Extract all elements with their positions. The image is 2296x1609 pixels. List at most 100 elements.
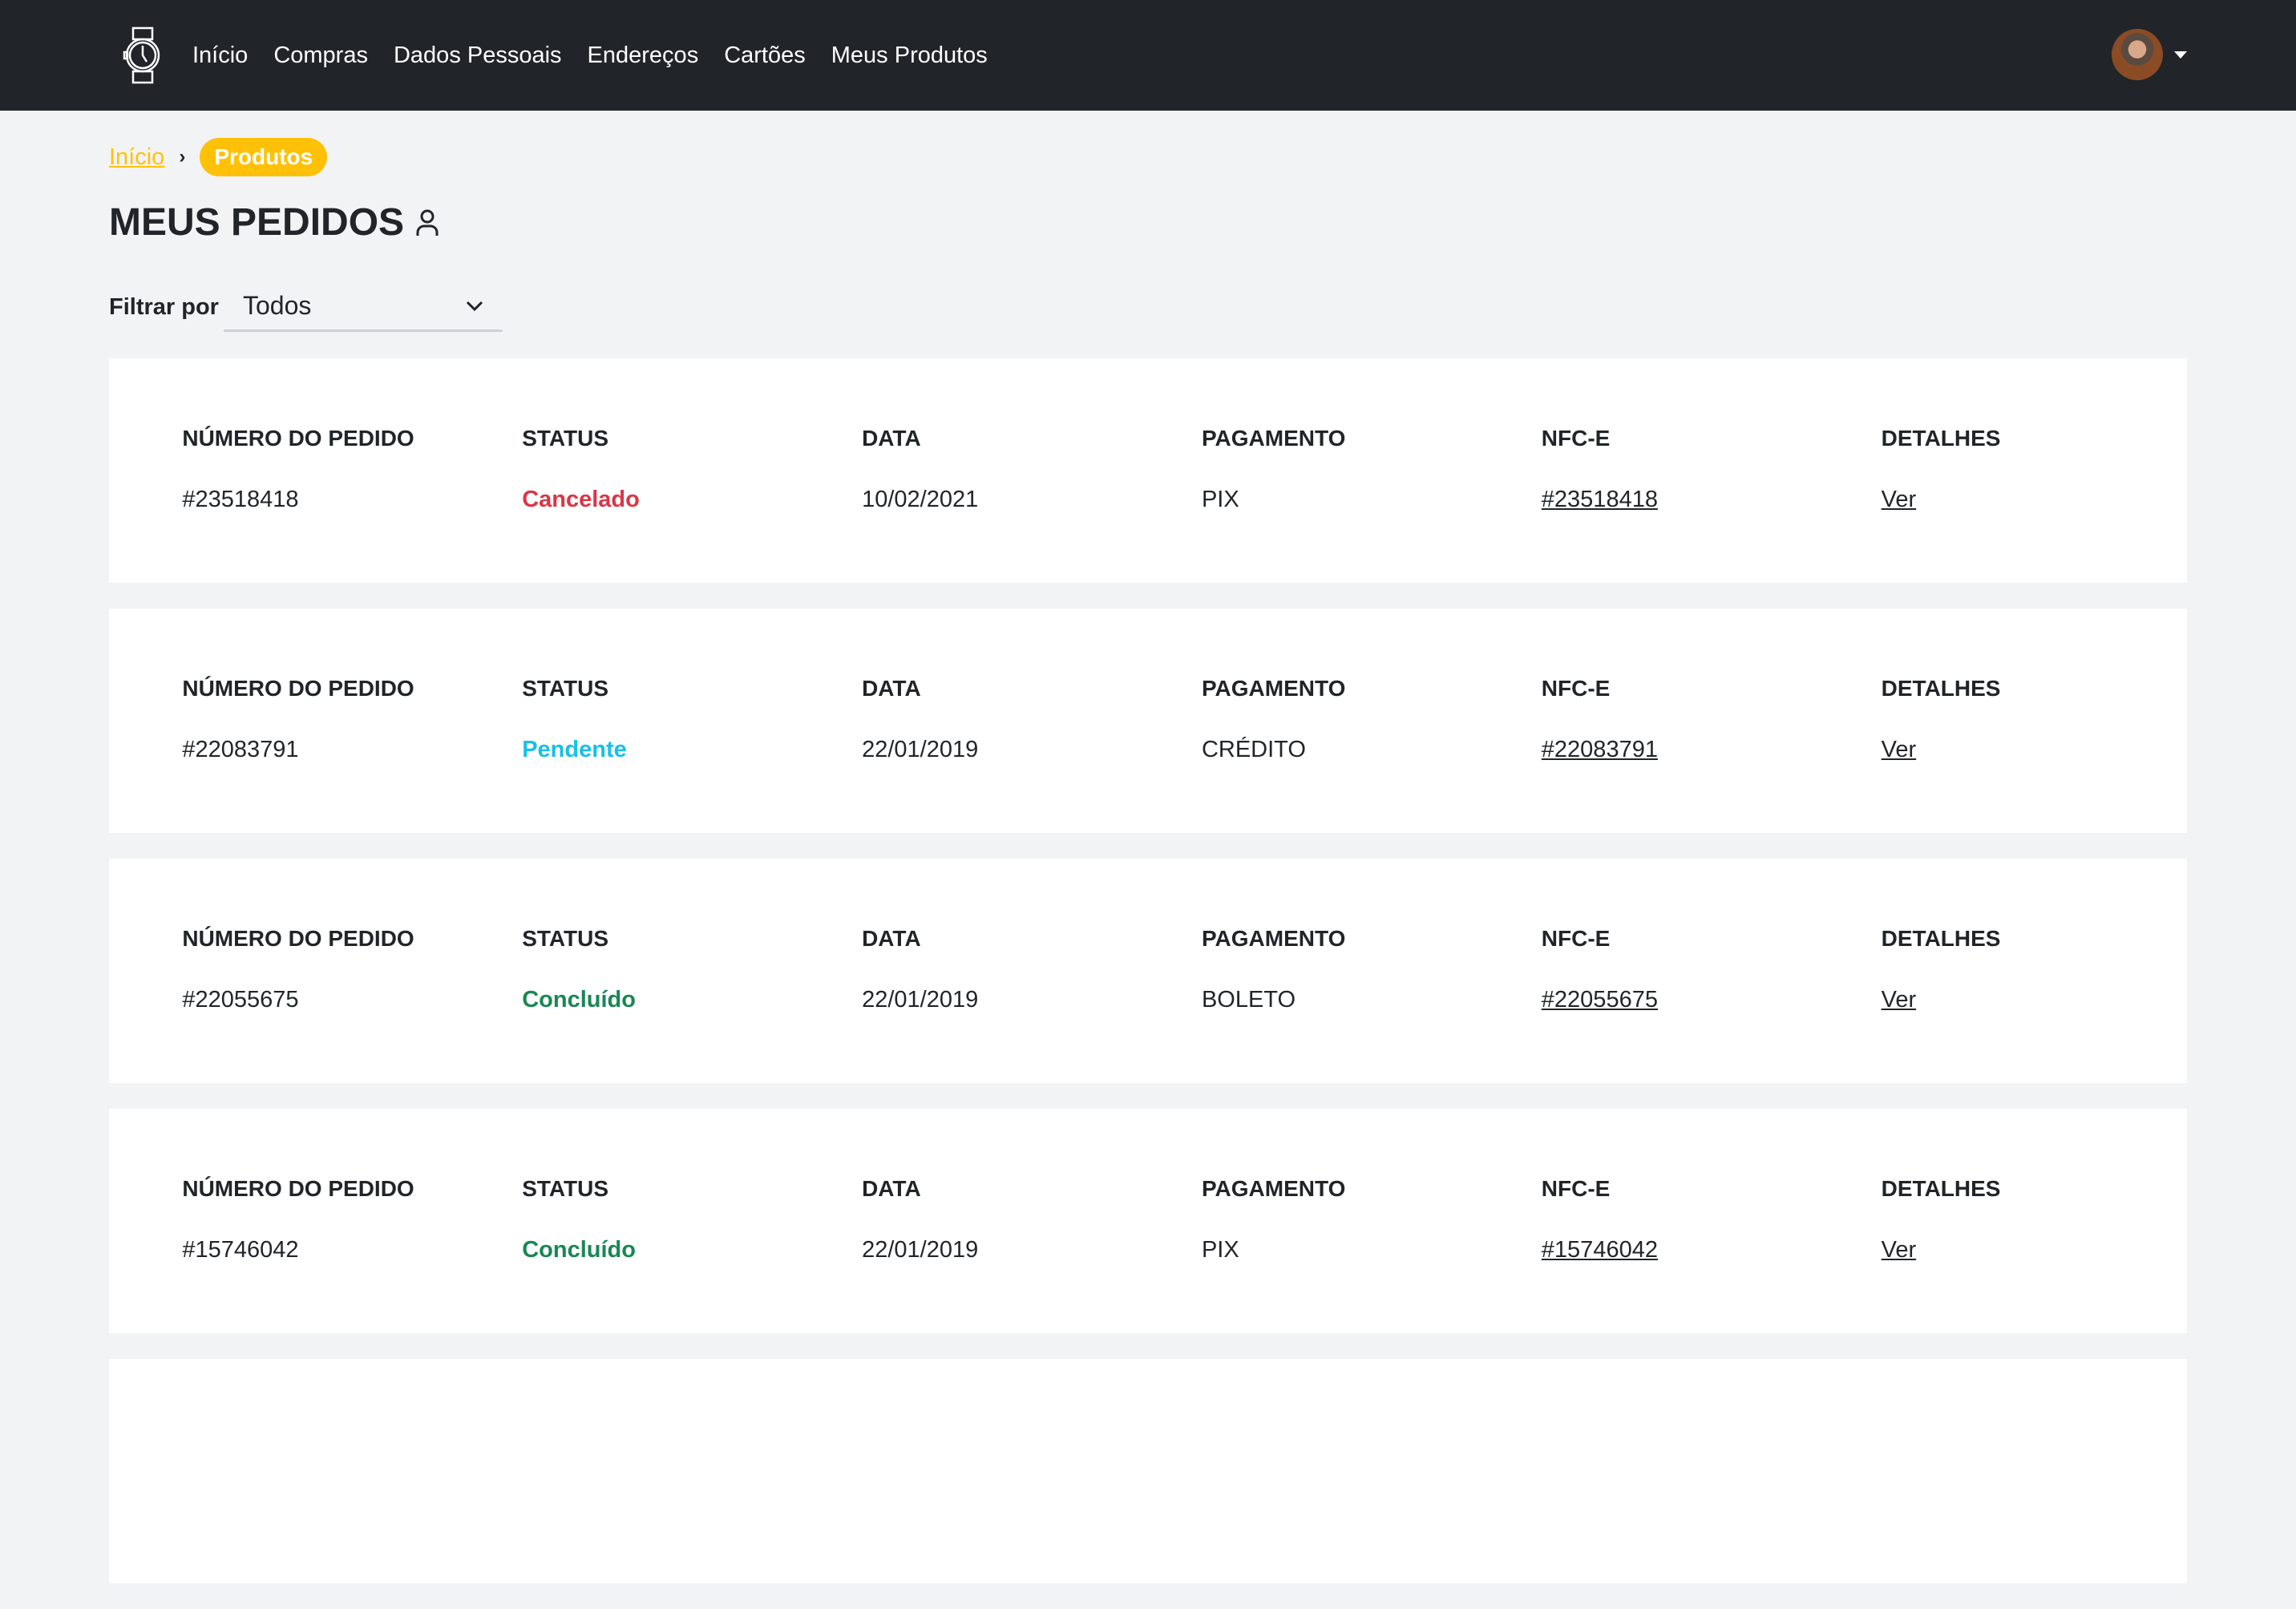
order-col-status: STATUS Cancelado bbox=[522, 426, 640, 513]
column-header: PAGAMENTO bbox=[1201, 926, 1346, 951]
details-link[interactable]: Ver bbox=[1882, 987, 2001, 1013]
order-col-number: NÚMERO DO PEDIDO #22055675 bbox=[182, 926, 414, 1013]
column-header: NFC-E bbox=[1541, 676, 1611, 701]
details-link[interactable]: Ver bbox=[1882, 737, 2001, 763]
column-header: NFC-E bbox=[1541, 426, 1611, 451]
breadcrumb: Início › Produtos bbox=[109, 138, 328, 176]
order-col-status: STATUS Pendente bbox=[522, 676, 627, 763]
status-badge: Concluído bbox=[522, 1237, 636, 1263]
order-col-details: DETALHES Ver bbox=[1882, 676, 2001, 763]
order-col-payment: PAGAMENTO PIX bbox=[1202, 426, 1345, 513]
order-date: 22/01/2019 bbox=[862, 1237, 979, 1263]
order-col-status: STATUS Concluído bbox=[522, 1176, 636, 1263]
details-link[interactable]: Ver bbox=[1882, 1237, 2001, 1263]
order-date: 22/01/2019 bbox=[862, 737, 979, 762]
status-badge: Concluído bbox=[522, 987, 636, 1013]
order-number: #15746042 bbox=[182, 1237, 299, 1263]
column-header: DETALHES bbox=[1881, 426, 2001, 451]
order-col-nfce: NFC-E #22055675 bbox=[1542, 926, 1658, 1013]
order-date: 10/02/2021 bbox=[862, 487, 979, 512]
nav-link-cartoes[interactable]: Cartões bbox=[724, 42, 806, 69]
filter-select[interactable]: Todos bbox=[223, 282, 503, 332]
order-col-payment: PAGAMENTO BOLETO bbox=[1202, 926, 1345, 1013]
order-col-date: DATA 22/01/2019 bbox=[862, 926, 978, 1013]
column-header: DETALHES bbox=[1881, 676, 2001, 701]
column-header: DETALHES bbox=[1881, 926, 2001, 951]
column-header: NÚMERO DO PEDIDO bbox=[182, 426, 414, 451]
order-card: NÚMERO DO PEDIDO #15746042 STATUS Concluído… bbox=[109, 1109, 2187, 1333]
nav-link-compras[interactable]: Compras bbox=[273, 42, 368, 69]
column-header: DATA bbox=[862, 676, 921, 701]
column-header: STATUS bbox=[522, 1176, 609, 1201]
order-number: #23518418 bbox=[182, 487, 299, 512]
caret-down-icon[interactable] bbox=[2174, 51, 2187, 59]
order-col-details: DETALHES Ver bbox=[1882, 426, 2001, 513]
order-payment: CRÉDITO bbox=[1201, 737, 1306, 762]
nav-link-enderecos[interactable]: Endereços bbox=[588, 42, 699, 69]
filter-label: Filtrar por bbox=[109, 293, 219, 320]
order-col-number: NÚMERO DO PEDIDO #22083791 bbox=[182, 676, 414, 763]
column-header: NÚMERO DO PEDIDO bbox=[182, 1176, 414, 1201]
order-card: NÚMERO DO PEDIDO #23518418 STATUS Cancelado… bbox=[109, 358, 2187, 583]
breadcrumb-current: Produtos bbox=[200, 138, 328, 176]
user-icon bbox=[416, 209, 439, 236]
user-menu[interactable] bbox=[2112, 29, 2187, 80]
order-col-date: DATA 22/01/2019 bbox=[862, 676, 978, 763]
nav-link-dados-pessoais[interactable]: Dados Pessoais bbox=[394, 42, 562, 69]
order-card bbox=[109, 1359, 2187, 1583]
order-col-nfce: NFC-E #23518418 bbox=[1542, 426, 1658, 513]
order-card: NÚMERO DO PEDIDO #22055675 STATUS Concluído… bbox=[109, 859, 2187, 1083]
order-col-date: DATA 10/02/2021 bbox=[862, 426, 978, 513]
order-col-nfce: NFC-E #15746042 bbox=[1542, 1176, 1658, 1263]
column-header: PAGAMENTO bbox=[1201, 676, 1346, 701]
avatar[interactable] bbox=[2112, 29, 2163, 80]
order-payment: PIX bbox=[1201, 487, 1239, 512]
order-col-date: DATA 22/01/2019 bbox=[862, 1176, 978, 1263]
order-col-payment: PAGAMENTO PIX bbox=[1202, 1176, 1345, 1263]
nfce-link[interactable]: #23518418 bbox=[1542, 487, 1658, 513]
nav-link-inicio[interactable]: Início bbox=[192, 42, 248, 69]
column-header: PAGAMENTO bbox=[1201, 426, 1346, 451]
column-header: DETALHES bbox=[1881, 1176, 2001, 1201]
chevron-right-icon: › bbox=[179, 146, 186, 168]
nfce-link[interactable]: #22055675 bbox=[1542, 987, 1658, 1013]
chevron-down-icon bbox=[466, 301, 483, 311]
nfce-link[interactable]: #15746042 bbox=[1542, 1237, 1658, 1263]
order-col-status: STATUS Concluído bbox=[522, 926, 636, 1013]
navbar: Início Compras Dados Pessoais Endereços … bbox=[0, 0, 2296, 111]
order-col-details: DETALHES Ver bbox=[1882, 1176, 2001, 1263]
watch-logo-icon[interactable] bbox=[120, 26, 165, 84]
orders-list: NÚMERO DO PEDIDO #23518418 STATUS Cancelado… bbox=[109, 358, 2187, 1609]
order-date: 22/01/2019 bbox=[862, 987, 979, 1013]
order-payment: PIX bbox=[1201, 1237, 1239, 1263]
order-payment: BOLETO bbox=[1201, 987, 1296, 1013]
filter: Filtrar por Todos bbox=[109, 282, 503, 332]
column-header: DATA bbox=[862, 1176, 921, 1201]
nfce-link[interactable]: #22083791 bbox=[1542, 737, 1658, 763]
nav-link-meus-produtos[interactable]: Meus Produtos bbox=[831, 42, 988, 69]
breadcrumb-home[interactable]: Início bbox=[109, 144, 164, 171]
order-col-details: DETALHES Ver bbox=[1882, 926, 2001, 1013]
column-header: STATUS bbox=[522, 426, 609, 451]
order-col-nfce: NFC-E #22083791 bbox=[1542, 676, 1658, 763]
order-number: #22083791 bbox=[182, 737, 299, 762]
order-col-payment: PAGAMENTO CRÉDITO bbox=[1202, 676, 1345, 763]
column-header: NFC-E bbox=[1541, 926, 1611, 951]
details-link[interactable]: Ver bbox=[1882, 487, 2001, 513]
order-col-number: NÚMERO DO PEDIDO #23518418 bbox=[182, 426, 414, 513]
column-header: DATA bbox=[862, 426, 921, 451]
page-title-text: MEUS PEDIDOS bbox=[109, 201, 405, 244]
column-header: NÚMERO DO PEDIDO bbox=[182, 676, 414, 701]
filter-value: Todos bbox=[242, 291, 312, 320]
status-badge: Pendente bbox=[522, 737, 627, 762]
page-title: MEUS PEDIDOS bbox=[109, 200, 439, 245]
status-badge: Cancelado bbox=[522, 487, 640, 512]
order-col-number: NÚMERO DO PEDIDO #15746042 bbox=[182, 1176, 414, 1263]
column-header: NÚMERO DO PEDIDO bbox=[182, 926, 414, 951]
order-number: #22055675 bbox=[182, 987, 299, 1013]
column-header: PAGAMENTO bbox=[1201, 1176, 1346, 1201]
column-header: STATUS bbox=[522, 676, 609, 701]
order-card: NÚMERO DO PEDIDO #22083791 STATUS Pendente D… bbox=[109, 608, 2187, 833]
column-header: DATA bbox=[862, 926, 921, 951]
column-header: NFC-E bbox=[1541, 1176, 1611, 1201]
